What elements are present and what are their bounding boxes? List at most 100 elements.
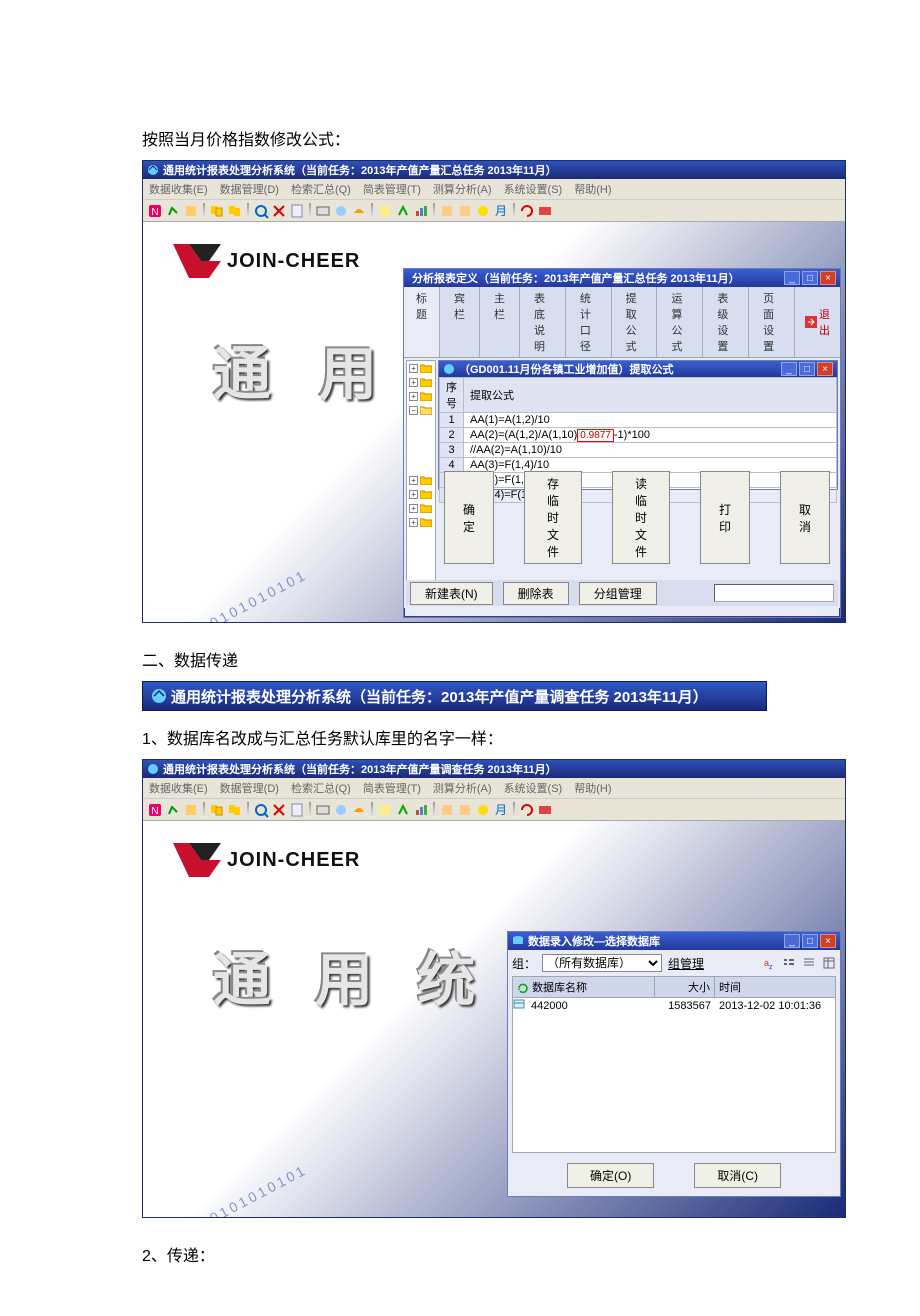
refresh-icon[interactable] — [517, 982, 529, 994]
formula-row[interactable]: 1AA(1)=A(1,2)/10 — [440, 413, 837, 428]
tool-icon[interactable] — [457, 203, 473, 219]
maximize-button[interactable]: □ — [799, 362, 815, 376]
tool-icon[interactable] — [351, 802, 367, 818]
tool-icon[interactable] — [289, 203, 305, 219]
maximize-button[interactable]: □ — [802, 934, 818, 948]
menu-item[interactable]: 简表管理(T) — [363, 780, 421, 796]
tool-icon[interactable] — [413, 802, 429, 818]
db-ok-button[interactable]: 确定(O) — [567, 1163, 654, 1188]
def-exit-button[interactable]: 退出 — [795, 287, 840, 357]
tool-icon[interactable] — [315, 802, 331, 818]
tool-icon[interactable] — [475, 802, 491, 818]
minimize-button[interactable]: _ — [781, 362, 797, 376]
def-tab[interactable]: 页面设置 — [749, 287, 795, 357]
close-button[interactable]: × — [820, 271, 836, 285]
tool-icon[interactable]: N — [147, 203, 163, 219]
def-tab[interactable]: 表底说明 — [520, 287, 566, 357]
cancel-button[interactable]: 取消 — [780, 471, 830, 564]
col-size[interactable]: 大小 — [655, 977, 715, 997]
print-button[interactable]: 打印 — [700, 471, 750, 564]
tool-icon[interactable] — [519, 802, 535, 818]
close-button[interactable]: × — [817, 362, 833, 376]
menu-item[interactable]: 数据管理(D) — [220, 181, 279, 197]
tool-icon[interactable] — [183, 802, 199, 818]
tool-icon[interactable] — [395, 802, 411, 818]
formula-row[interactable]: 3//AA(2)=A(1,10)/10 — [440, 443, 837, 458]
ok-button[interactable]: 确定 — [444, 471, 494, 564]
delete-table-button[interactable]: 删除表 — [503, 582, 569, 605]
tool-icon[interactable] — [227, 802, 243, 818]
close-button[interactable]: × — [820, 934, 836, 948]
group-mgmt-link[interactable]: 组管理 — [668, 955, 704, 972]
sort-asc-icon[interactable]: az — [762, 956, 776, 970]
new-table-button[interactable]: 新建表(N) — [410, 582, 493, 605]
maximize-button[interactable]: □ — [802, 271, 818, 285]
tool-icon[interactable] — [439, 203, 455, 219]
db-cancel-button[interactable]: 取消(C) — [694, 1163, 781, 1188]
group-select[interactable]: （所有数据库） — [542, 954, 662, 972]
tool-icon[interactable] — [333, 802, 349, 818]
tool-icon[interactable] — [537, 203, 553, 219]
menu-item[interactable]: 系统设置(S) — [504, 181, 563, 197]
tool-icon[interactable] — [395, 203, 411, 219]
tool-icon[interactable] — [475, 203, 491, 219]
tool-icon[interactable]: 月 — [493, 802, 509, 818]
tree-item[interactable]: + — [407, 389, 435, 403]
tool-icon[interactable]: N — [147, 802, 163, 818]
tool-icon[interactable] — [377, 802, 393, 818]
details-icon[interactable] — [822, 956, 836, 970]
def-tab[interactable]: 提取公式 — [612, 287, 658, 357]
col-dbname[interactable]: 数据库名称 — [532, 982, 587, 994]
tool-icon[interactable] — [227, 203, 243, 219]
tool-icon[interactable] — [439, 802, 455, 818]
tool-icon[interactable] — [333, 203, 349, 219]
tool-icon[interactable] — [351, 203, 367, 219]
menu-item[interactable]: 系统设置(S) — [504, 780, 563, 796]
menu-item[interactable]: 测算分析(A) — [433, 780, 492, 796]
read-temp-button[interactable]: 读临时文件 — [612, 471, 670, 564]
def-tab[interactable]: 宾栏 — [440, 287, 480, 357]
def-tab[interactable]: 主栏 — [480, 287, 520, 357]
def-tab[interactable]: 运算公式 — [657, 287, 703, 357]
tool-icon[interactable] — [271, 203, 287, 219]
menu-item[interactable]: 数据管理(D) — [220, 780, 279, 796]
tool-icon[interactable] — [165, 203, 181, 219]
menu-item[interactable]: 帮助(H) — [574, 780, 611, 796]
tool-icon[interactable] — [457, 802, 473, 818]
tool-icon[interactable] — [377, 203, 393, 219]
menu-item[interactable]: 测算分析(A) — [433, 181, 492, 197]
menu-item[interactable]: 数据收集(E) — [149, 780, 208, 796]
menu-item[interactable]: 检索汇总(Q) — [291, 780, 351, 796]
tool-icon[interactable]: 月 — [493, 203, 509, 219]
col-time[interactable]: 时间 — [715, 977, 835, 997]
group-mgmt-button[interactable]: 分组管理 — [579, 582, 657, 605]
def-tab[interactable]: 统计口径 — [566, 287, 612, 357]
list-small-icon[interactable] — [782, 956, 796, 970]
tool-icon[interactable] — [253, 203, 269, 219]
tool-icon[interactable] — [165, 802, 181, 818]
tool-icon[interactable] — [271, 802, 287, 818]
formula-row[interactable]: 2AA(2)=(A(1,2)/A(1,10)0.9877-1)*100 — [440, 428, 837, 443]
tree-item[interactable]: + — [407, 473, 435, 487]
tree-item[interactable]: + — [407, 501, 435, 515]
tool-icon[interactable] — [519, 203, 535, 219]
menu-item[interactable]: 数据收集(E) — [149, 181, 208, 197]
tree-item[interactable]: − — [407, 403, 435, 417]
tool-icon[interactable] — [253, 802, 269, 818]
menu-item[interactable]: 简表管理(T) — [363, 181, 421, 197]
tool-icon[interactable] — [183, 203, 199, 219]
tool-icon[interactable] — [413, 203, 429, 219]
save-temp-button[interactable]: 存临时文件 — [524, 471, 582, 564]
tree-item[interactable]: + — [407, 515, 435, 529]
menu-item[interactable]: 帮助(H) — [574, 181, 611, 197]
tree-item[interactable]: + — [407, 361, 435, 375]
minimize-button[interactable]: _ — [784, 271, 800, 285]
tree-item[interactable]: + — [407, 375, 435, 389]
minimize-button[interactable]: _ — [784, 934, 800, 948]
menu-item[interactable]: 检索汇总(Q) — [291, 181, 351, 197]
list-large-icon[interactable] — [802, 956, 816, 970]
def-tab[interactable]: 表级设置 — [703, 287, 749, 357]
db-list-row[interactable]: 442000 1583567 2013-12-02 10:01:36 — [513, 998, 835, 1014]
tool-icon[interactable] — [209, 203, 225, 219]
tool-icon[interactable] — [537, 802, 553, 818]
